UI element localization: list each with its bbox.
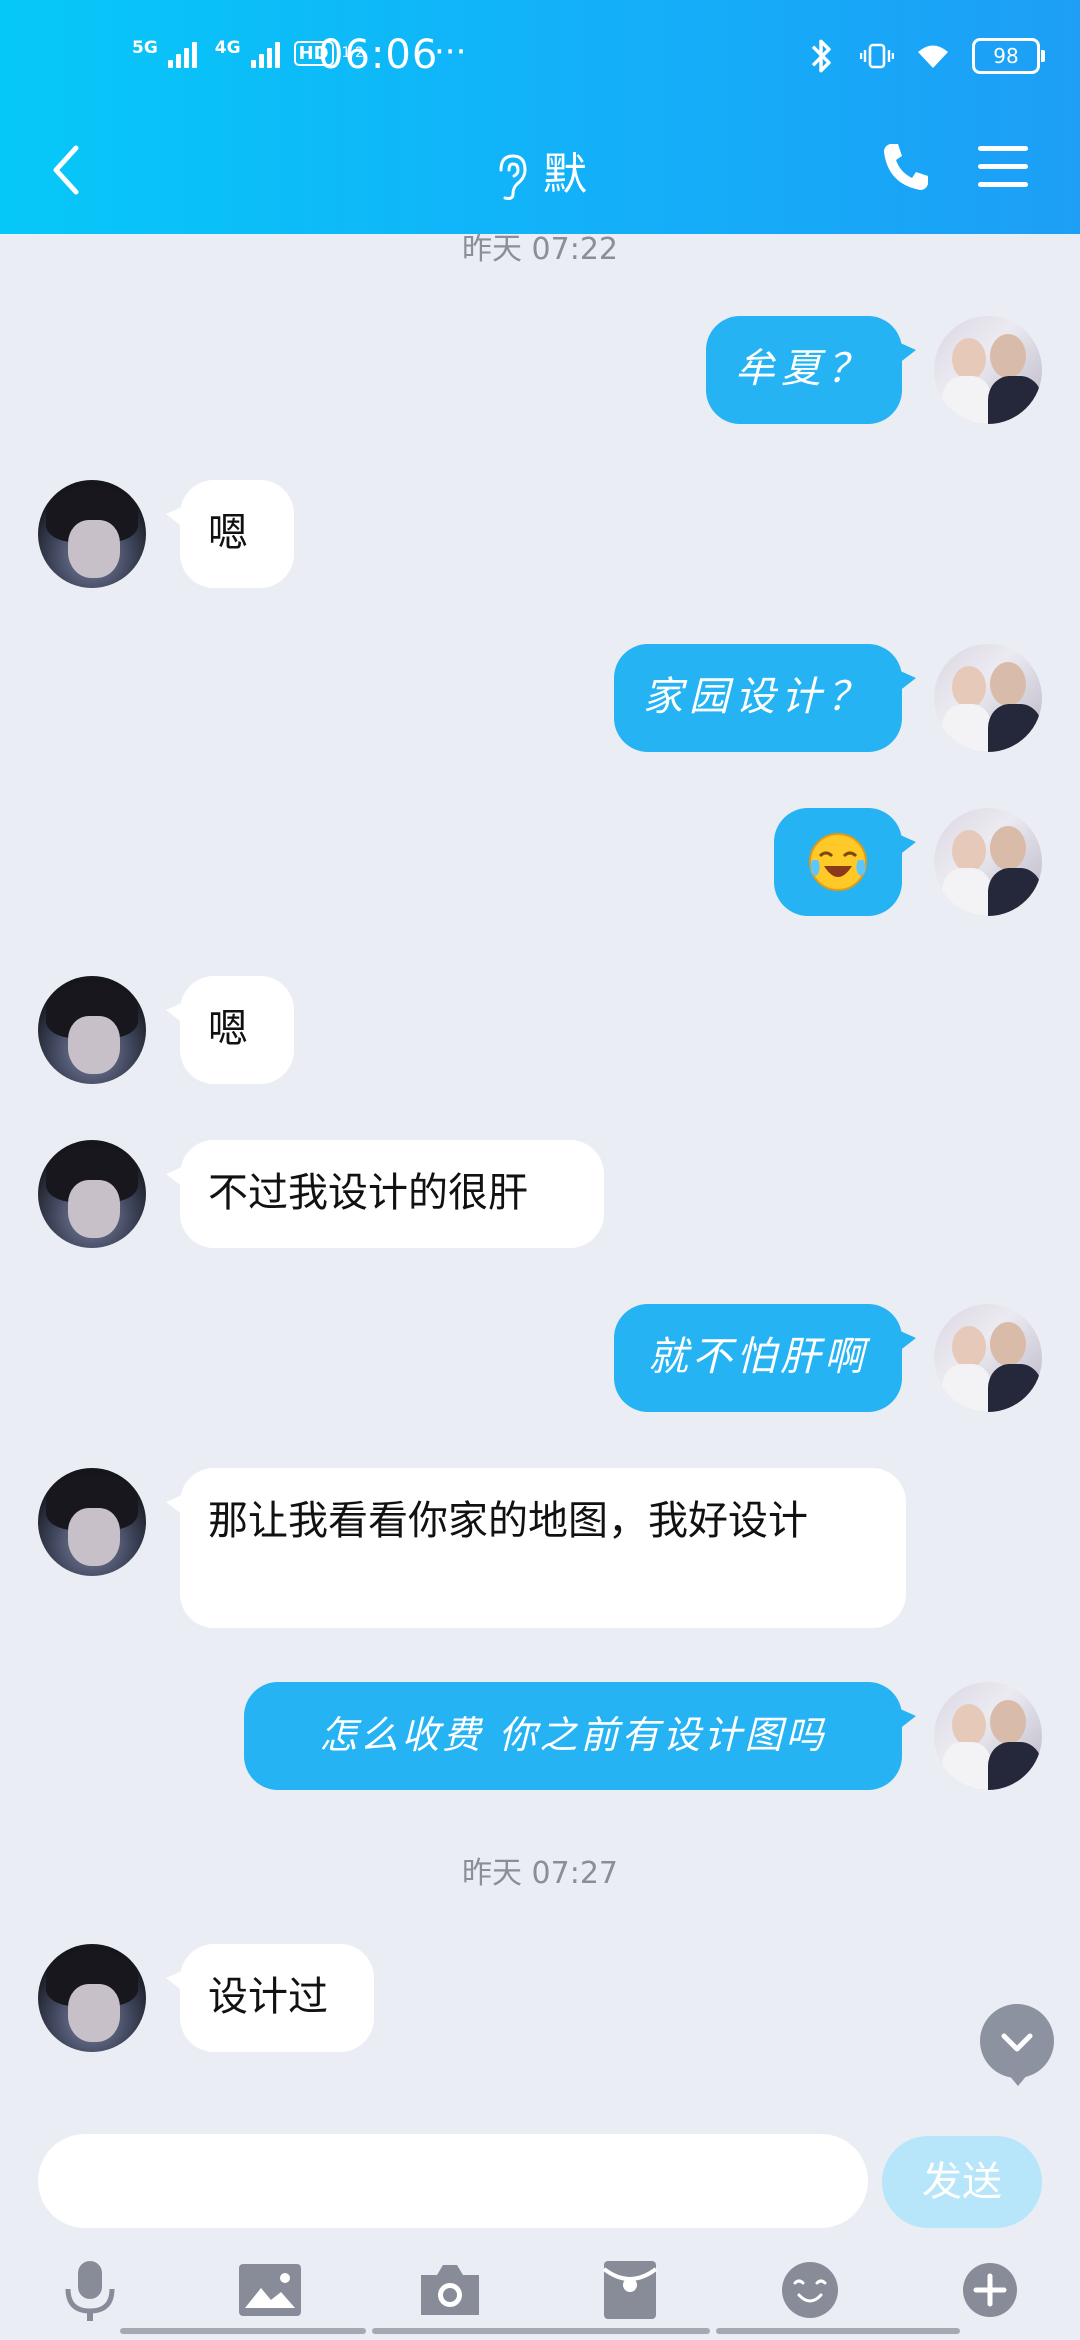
plus-icon: [963, 2263, 1017, 2317]
menu-icon[interactable]: [978, 144, 1028, 190]
message-input[interactable]: [38, 2134, 868, 2228]
gesture-bar-segment: [716, 2328, 960, 2334]
message-bubble-outgoing[interactable]: 怎么收费 你之前有设计图吗: [244, 1682, 916, 1790]
message-bubble-outgoing-emoji[interactable]: [774, 808, 916, 916]
my-avatar[interactable]: [934, 1304, 1042, 1412]
image-icon: [239, 2264, 301, 2316]
voice-button[interactable]: [50, 2250, 130, 2330]
phone-call-icon[interactable]: [880, 140, 930, 194]
my-avatar[interactable]: [934, 808, 1042, 916]
message-bubble-incoming[interactable]: 设计过: [166, 1944, 374, 2052]
chat-header: 5G 4G HD 1 2 06:06 ··· 98 默: [0, 0, 1080, 234]
timestamp: 昨天 07:27: [462, 1856, 618, 1891]
vibrate-icon: [860, 43, 894, 69]
chevron-down-icon: [1001, 2033, 1033, 2052]
battery-icon: 98: [972, 38, 1045, 74]
scroll-to-bottom-button[interactable]: [980, 2004, 1054, 2086]
status-more-dots: ···: [434, 32, 467, 72]
image-button[interactable]: [230, 2250, 310, 2330]
status-time: 06:06: [318, 32, 439, 78]
my-avatar[interactable]: [934, 316, 1042, 424]
camera-button[interactable]: [410, 2250, 490, 2330]
send-button[interactable]: 发送: [882, 2136, 1042, 2228]
emoji-button[interactable]: [770, 2250, 850, 2330]
gesture-bar-segment: [372, 2328, 710, 2334]
message-bubble-incoming[interactable]: 嗯: [166, 976, 294, 1084]
signal-5g-icon: [167, 38, 197, 68]
network-5g-label: 5G: [132, 38, 158, 58]
voice-icon: [65, 2261, 115, 2321]
camera-icon: [421, 2265, 479, 2315]
my-avatar[interactable]: [934, 1682, 1042, 1790]
input-bar: 发送: [0, 2114, 1080, 2340]
message-bubble-outgoing[interactable]: 就不怕肝啊: [614, 1304, 916, 1412]
bluetooth-icon: [811, 39, 831, 73]
contact-avatar[interactable]: [38, 480, 146, 588]
status-right-icons: 98: [804, 36, 1045, 76]
my-avatar[interactable]: [934, 644, 1042, 752]
contact-avatar[interactable]: [38, 976, 146, 1084]
message-bubble-outgoing[interactable]: 家园设计？: [614, 644, 916, 752]
more-plus-button[interactable]: [950, 2250, 1030, 2330]
message-bubble-incoming[interactable]: 嗯: [166, 480, 294, 588]
red-packet-button[interactable]: [590, 2250, 670, 2330]
contact-name: 默: [543, 149, 587, 200]
contact-avatar[interactable]: [38, 1140, 146, 1248]
message-bubble-incoming[interactable]: 那让我看看你家的地图，我好设计: [166, 1468, 906, 1628]
message-list[interactable]: 昨天 07:22 牟夏？ 嗯 家园设计？ 嗯 不过我设计的很肝 就不怕肝啊 那让…: [0, 232, 1080, 2114]
ear-mode-icon: [499, 154, 527, 200]
red-packet-icon: [602, 2261, 658, 2319]
network-4g-label: 4G: [214, 38, 241, 58]
nav-bar: 默: [0, 120, 1080, 220]
contact-avatar[interactable]: [38, 1944, 146, 2052]
message-bubble-incoming[interactable]: 不过我设计的很肝: [166, 1140, 604, 1248]
signal-4g-icon: [250, 38, 280, 68]
contact-avatar[interactable]: [38, 1468, 146, 1576]
emoji-icon: [782, 2262, 838, 2318]
crying-laughing-emoji-icon: [809, 833, 867, 891]
message-bubble-outgoing[interactable]: 牟夏？: [706, 316, 916, 424]
wifi-icon: [918, 45, 948, 68]
input-toolbar: [0, 2250, 1080, 2330]
status-bar: 5G 4G HD 1 2 06:06 ··· 98: [0, 30, 1080, 90]
gesture-bar-segment: [120, 2328, 366, 2334]
